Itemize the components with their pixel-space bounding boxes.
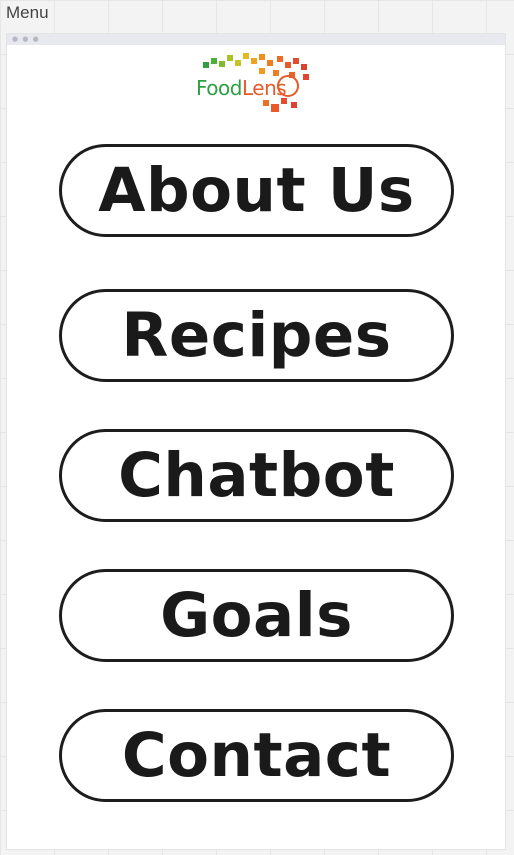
recipes-button[interactable]: Recipes — [59, 289, 454, 382]
logo-word-lens: Lens — [241, 76, 287, 100]
logo-word-food: Food — [196, 76, 242, 100]
contact-button[interactable]: Contact — [59, 709, 454, 802]
chatbot-label: Chatbot — [118, 440, 395, 511]
logo-wordmark: FoodLens — [196, 76, 287, 100]
frame-dots-icon: ● ● ● — [12, 35, 40, 43]
frame-titlebar: ● ● ● — [7, 34, 505, 45]
phone-frame: ● ● ● FoodLens About Us Recipes Chatbot … — [6, 33, 506, 850]
foodlens-logo: FoodLens — [193, 52, 319, 114]
recipes-label: Recipes — [121, 300, 392, 371]
about-us-label: About Us — [98, 155, 415, 226]
goals-label: Goals — [160, 580, 353, 651]
about-us-button[interactable]: About Us — [59, 144, 454, 237]
chatbot-button[interactable]: Chatbot — [59, 429, 454, 522]
goals-button[interactable]: Goals — [59, 569, 454, 662]
contact-label: Contact — [121, 720, 392, 791]
frame-label: Menu — [6, 3, 49, 22]
